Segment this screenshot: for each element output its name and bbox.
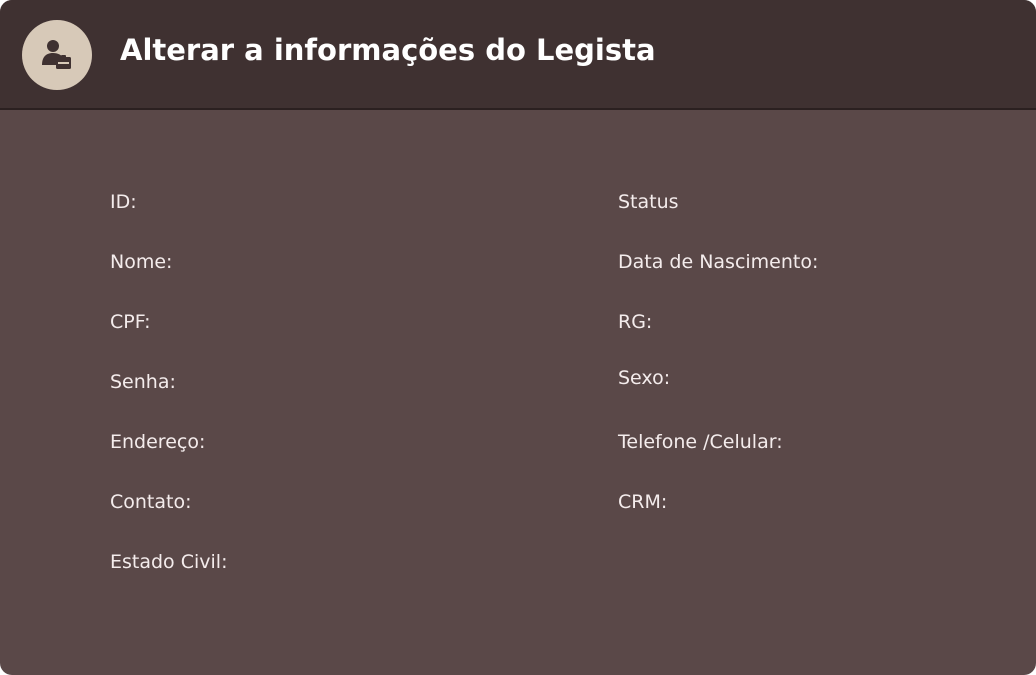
field-label-senha: Senha:: [110, 371, 176, 393]
field-label-id: ID:: [110, 191, 137, 213]
field-label-estado-civil: Estado Civil:: [110, 551, 228, 573]
field-label-endereco: Endereço:: [110, 431, 206, 453]
page-title: Alterar a informações do Legista: [120, 33, 656, 67]
avatar: [22, 20, 92, 90]
card-header: Alterar a informações do Legista: [0, 0, 1036, 110]
field-label-telefone: Telefone /Celular:: [618, 431, 783, 453]
field-label-rg: RG:: [618, 311, 653, 333]
field-label-contato: Contato:: [110, 491, 192, 513]
edit-legista-card: Alterar a informações do Legista ID: Nom…: [0, 0, 1036, 675]
field-label-data-nascimento: Data de Nascimento:: [618, 251, 819, 273]
field-label-cpf: CPF:: [110, 311, 151, 333]
field-label-status: Status: [618, 191, 679, 213]
field-label-sexo: Sexo:: [618, 367, 671, 389]
field-label-nome: Nome:: [110, 251, 173, 273]
user-id-badge-icon: [39, 37, 75, 73]
field-label-crm: CRM:: [618, 491, 668, 513]
